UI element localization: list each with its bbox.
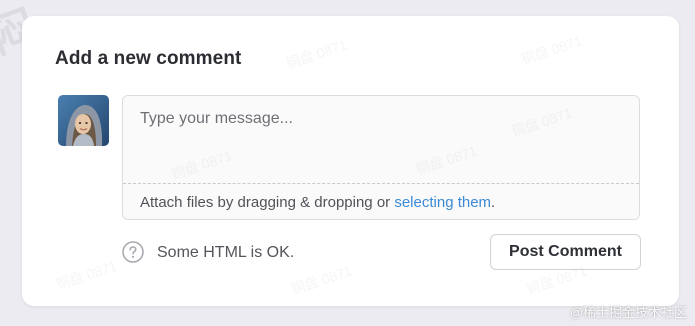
html-allowed-note: Some HTML is OK. <box>157 244 295 261</box>
site-watermark: @稀土掘金技术社区 <box>569 305 687 320</box>
comment-composer: Attach files by dragging & dropping or s… <box>122 95 640 220</box>
comment-form-card: Add a new comment Attach files by draggi… <box>22 16 679 306</box>
attach-divider <box>123 183 639 184</box>
attach-files-hint: Attach files by dragging & dropping or s… <box>140 194 495 211</box>
select-files-link[interactable]: selecting them <box>394 194 491 211</box>
avatar-image <box>58 95 109 146</box>
message-input[interactable] <box>123 96 639 182</box>
attach-prefix-text: Attach files by dragging & dropping or <box>140 194 395 211</box>
user-avatar[interactable] <box>58 95 109 146</box>
question-circle-icon[interactable] <box>122 241 144 263</box>
form-title: Add a new comment <box>55 48 242 69</box>
post-comment-button[interactable]: Post Comment <box>490 234 641 270</box>
attach-suffix-text: . <box>491 194 496 211</box>
